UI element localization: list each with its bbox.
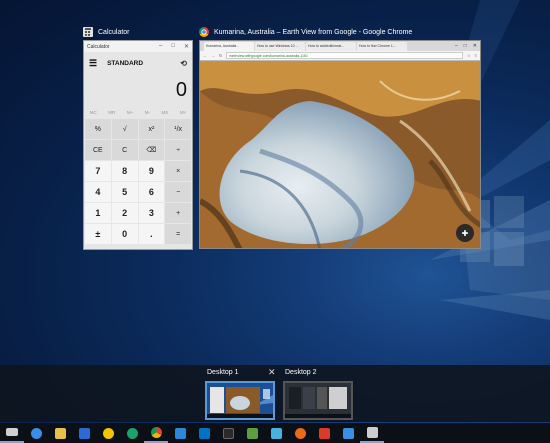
hamburger-menu-icon[interactable]: ☰ [89, 58, 97, 69]
chrome-icon[interactable] [144, 423, 168, 443]
chrome-window[interactable]: Kumarina, Australia - How to use Windows… [199, 40, 481, 249]
desktop-1-thumbnail[interactable] [205, 381, 275, 420]
digit-6-key[interactable]: 6 [138, 182, 165, 202]
share-icon[interactable]: ✚ [456, 224, 474, 242]
history-icon[interactable]: ⟲ [180, 59, 187, 68]
url-input[interactable]: earthview.withgoogle.com/kumarina-austra… [226, 52, 464, 59]
ms-button[interactable]: MS [162, 110, 169, 115]
percent-key[interactable]: % [85, 119, 111, 139]
office-icon[interactable] [312, 423, 336, 443]
tab-find-chrome[interactable]: How to find Chrome 1... [357, 42, 407, 51]
digit-0-key[interactable]: 0 [111, 224, 138, 244]
memory-list-button[interactable]: M˅ [180, 110, 186, 115]
forward-icon[interactable]: → [211, 53, 215, 58]
digit-9-key[interactable]: 9 [138, 161, 165, 181]
calculator-titlebar: Calculator – □ ✕ [84, 41, 192, 52]
edge-icon[interactable] [24, 423, 48, 443]
file-explorer-icon[interactable] [48, 423, 72, 443]
calculator-icon[interactable] [360, 423, 384, 443]
back-icon[interactable]: ← [203, 53, 207, 58]
xbox-icon[interactable] [216, 423, 240, 443]
maximize-icon[interactable]: □ [464, 43, 467, 49]
memory-row: MC MR M+ M- MS M˅ [84, 106, 192, 119]
square-key[interactable]: x² [138, 119, 165, 139]
close-icon[interactable]: ✕ [184, 43, 189, 50]
desktop-2-label[interactable]: Desktop 2 [285, 369, 317, 376]
earth-view-image: ✚ [200, 61, 480, 248]
weather-icon[interactable] [96, 423, 120, 443]
minimize-icon[interactable]: – [455, 43, 458, 49]
calculator-window[interactable]: Calculator – □ ✕ ☰ STANDARD ⟲ 0 MC MR M+… [83, 40, 193, 250]
photos-icon[interactable] [168, 423, 192, 443]
calculator-mode: STANDARD [107, 59, 144, 67]
digit-4-key[interactable]: 4 [85, 182, 111, 202]
firefox-icon[interactable] [288, 423, 312, 443]
menu-icon[interactable]: ≡ [475, 53, 477, 58]
tab-earth-view[interactable]: Kumarina, Australia - [204, 42, 254, 51]
calculator-icon [83, 27, 93, 37]
desktop-1-label[interactable]: Desktop 1 [207, 369, 239, 376]
digit-8-key[interactable]: 8 [111, 161, 138, 181]
chrome-title-text: Kumarina, Australia – Earth View from Go… [214, 28, 413, 36]
add-key[interactable]: + [165, 203, 191, 223]
calculator-header: ☰ STANDARD ⟲ [84, 52, 192, 74]
close-desktop-icon[interactable]: ✕ [268, 367, 276, 378]
minimize-icon[interactable]: – [159, 43, 162, 50]
m-plus-button[interactable]: M+ [127, 110, 133, 115]
chrome-icon [199, 27, 209, 37]
notepad-icon[interactable] [240, 423, 264, 443]
calculator-title-text: Calculator [98, 28, 130, 36]
reciprocal-key[interactable]: ¹/x [165, 119, 191, 139]
equals-key[interactable]: = [165, 224, 191, 244]
photos-app-icon[interactable] [264, 423, 288, 443]
close-icon[interactable]: ✕ [473, 43, 477, 49]
tab-windows10[interactable]: How to use Windows 10 ... [255, 42, 305, 51]
tab-strip: Kumarina, Australia - How to use Windows… [200, 41, 480, 51]
clear-entry-key[interactable]: CE [85, 140, 111, 160]
groove-icon[interactable] [120, 423, 144, 443]
digit-3-key[interactable]: 3 [138, 203, 165, 223]
star-icon[interactable]: ☆ [467, 53, 471, 58]
mail-icon[interactable] [336, 423, 360, 443]
sqrt-key[interactable]: √ [111, 119, 138, 139]
calculator-display: 0 [175, 79, 187, 101]
outlook-icon[interactable] [192, 423, 216, 443]
maximize-icon[interactable]: □ [171, 43, 175, 50]
address-bar-row: ← → ↻ earthview.withgoogle.com/kumarina-… [200, 51, 480, 61]
desktop-2-thumbnail[interactable] [283, 381, 353, 420]
mc-button[interactable]: MC [90, 110, 97, 115]
reload-icon[interactable]: ↻ [219, 53, 222, 58]
digit-5-key[interactable]: 5 [111, 182, 138, 202]
backspace-key[interactable]: ⌫ [138, 140, 165, 160]
negate-key[interactable]: ± [85, 224, 111, 244]
subtract-key[interactable]: − [165, 182, 191, 202]
calculator-window-title[interactable]: Calculator [83, 27, 130, 37]
clear-key[interactable]: C [111, 140, 138, 160]
digit-1-key[interactable]: 1 [85, 203, 111, 223]
decimal-key[interactable]: . [138, 224, 165, 244]
digit-2-key[interactable]: 2 [111, 203, 138, 223]
task-view-icon[interactable] [0, 423, 24, 443]
multiply-key[interactable]: × [165, 161, 191, 181]
calculator-titlebar-text: Calculator [87, 43, 110, 50]
m-minus-button[interactable]: M- [145, 110, 150, 115]
taskbar [0, 423, 550, 443]
tab-add-edit[interactable]: How to add/edit/creat... [306, 42, 356, 51]
calculator-keypad: % √ x² ¹/x CE C ⌫ ÷ 7 8 9 × 4 5 6 − 1 2 … [84, 119, 192, 244]
chrome-window-title[interactable]: Kumarina, Australia – Earth View from Go… [199, 27, 412, 37]
digit-7-key[interactable]: 7 [85, 161, 111, 181]
divide-key[interactable]: ÷ [165, 140, 191, 160]
mr-button[interactable]: MR [108, 110, 115, 115]
store-icon[interactable] [72, 423, 96, 443]
